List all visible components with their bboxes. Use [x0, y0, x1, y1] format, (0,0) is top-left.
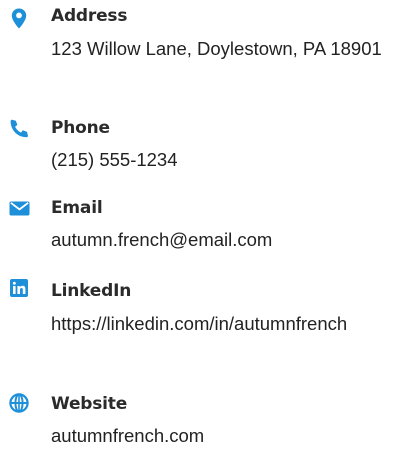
- phone-icon: [8, 118, 30, 140]
- map-pin-icon: [8, 7, 30, 29]
- email-label: Email: [51, 198, 103, 218]
- linkedin-value[interactable]: https://linkedin.com/in/autumnfrench: [51, 309, 401, 338]
- phone-value[interactable]: (215) 555-1234: [51, 145, 401, 174]
- address-value: 123 Willow Lane, Doylestown, PA 18901: [51, 38, 382, 59]
- linkedin-icon: [8, 277, 30, 299]
- envelope-icon: [8, 197, 30, 219]
- email-value[interactable]: autumn.french@email.com: [51, 225, 401, 254]
- website-value[interactable]: autumnfrench.com: [51, 421, 401, 450]
- globe-icon: [8, 392, 30, 414]
- linkedin-label: LinkedIn: [51, 281, 132, 301]
- address-label: Address: [51, 6, 128, 26]
- phone-label: Phone: [51, 118, 110, 138]
- website-label: Website: [51, 394, 128, 414]
